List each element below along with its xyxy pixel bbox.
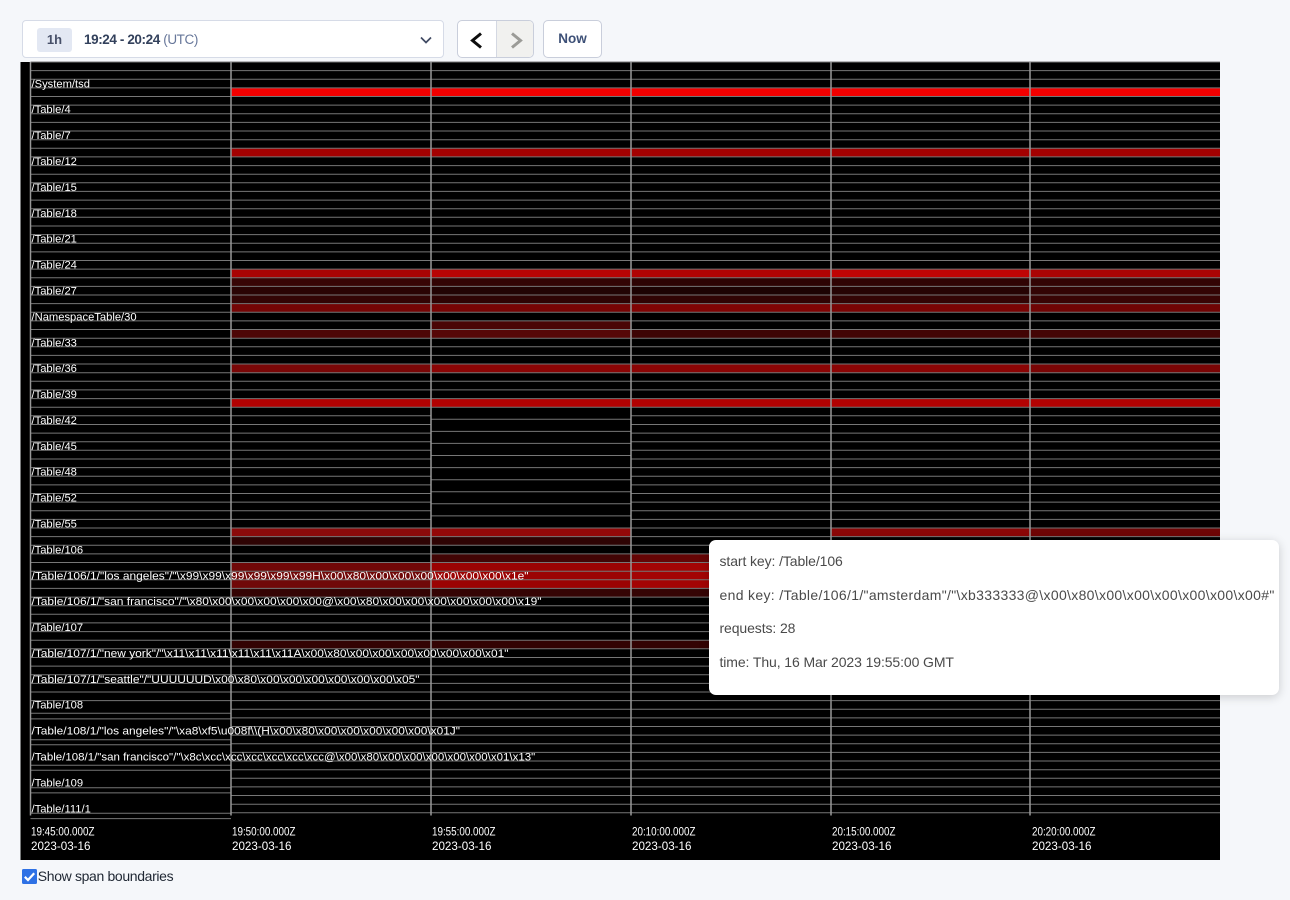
svg-text:/Table/107/1/"new york"/"\x11\: /Table/107/1/"new york"/"\x11\x11\x11\x1… [32, 648, 509, 660]
svg-text:/Table/21: /Table/21 [32, 234, 77, 246]
svg-text:/Table/45: /Table/45 [32, 441, 77, 453]
svg-text:/Table/7: /Table/7 [32, 130, 71, 142]
svg-text:/Table/4: /Table/4 [32, 104, 71, 116]
svg-text:20:20:00.000Z: 20:20:00.000Z [1032, 825, 1096, 839]
svg-text:2023-03-16: 2023-03-16 [31, 839, 91, 853]
svg-text:/Table/107/1/"seattle"/"UUUUUU: /Table/107/1/"seattle"/"UUUUUUD\x00\x80\… [32, 674, 420, 686]
svg-text:20:10:00.000Z: 20:10:00.000Z [632, 825, 696, 839]
svg-text:/Table/36: /Table/36 [32, 363, 77, 375]
svg-text:/Table/27: /Table/27 [32, 286, 77, 298]
svg-text:/System/tsd: /System/tsd [32, 78, 90, 90]
svg-text:/Table/48: /Table/48 [32, 467, 77, 479]
svg-text:/Table/15: /Table/15 [32, 182, 77, 194]
svg-text:20:15:00.000Z: 20:15:00.000Z [832, 825, 896, 839]
svg-text:2023-03-16: 2023-03-16 [432, 839, 492, 853]
svg-text:/Table/107: /Table/107 [32, 622, 84, 634]
svg-text:2023-03-16: 2023-03-16 [632, 839, 692, 853]
svg-text:/Table/109: /Table/109 [32, 777, 84, 789]
svg-text:/Table/111/1: /Table/111/1 [32, 803, 91, 815]
svg-text:/NamespaceTable/30: /NamespaceTable/30 [32, 311, 137, 323]
svg-text:/Table/55: /Table/55 [32, 519, 77, 531]
svg-text:/Table/106: /Table/106 [32, 544, 84, 556]
svg-text:/Table/12: /Table/12 [32, 156, 77, 168]
svg-text:/Table/33: /Table/33 [32, 337, 77, 349]
svg-text:/Table/108: /Table/108 [32, 700, 84, 712]
svg-text:/Table/52: /Table/52 [32, 493, 77, 505]
svg-text:/Table/39: /Table/39 [32, 389, 77, 401]
svg-text:19:45:00.000Z: 19:45:00.000Z [31, 825, 95, 839]
svg-text:2023-03-16: 2023-03-16 [832, 839, 892, 853]
svg-text:/Table/18: /Table/18 [32, 208, 77, 220]
svg-text:2023-03-16: 2023-03-16 [232, 839, 292, 853]
svg-text:/Table/108/1/"los angeles"/"\x: /Table/108/1/"los angeles"/"\xa8\xf5\u00… [32, 726, 461, 738]
svg-text:/Table/24: /Table/24 [32, 260, 77, 272]
svg-text:19:50:00.000Z: 19:50:00.000Z [232, 825, 296, 839]
svg-text:19:55:00.000Z: 19:55:00.000Z [432, 825, 496, 839]
svg-text:/Table/106/1/"los angeles"/"\x: /Table/106/1/"los angeles"/"\x99\x99\x99… [32, 570, 529, 582]
svg-text:2023-03-16: 2023-03-16 [1032, 839, 1092, 853]
svg-text:/Table/42: /Table/42 [32, 415, 77, 427]
svg-text:/Table/106/1/"san francisco"/": /Table/106/1/"san francisco"/"\x80\x00\x… [32, 596, 542, 608]
svg-text:/Table/108/1/"san francisco"/": /Table/108/1/"san francisco"/"\x8c\xcc\x… [32, 752, 536, 764]
